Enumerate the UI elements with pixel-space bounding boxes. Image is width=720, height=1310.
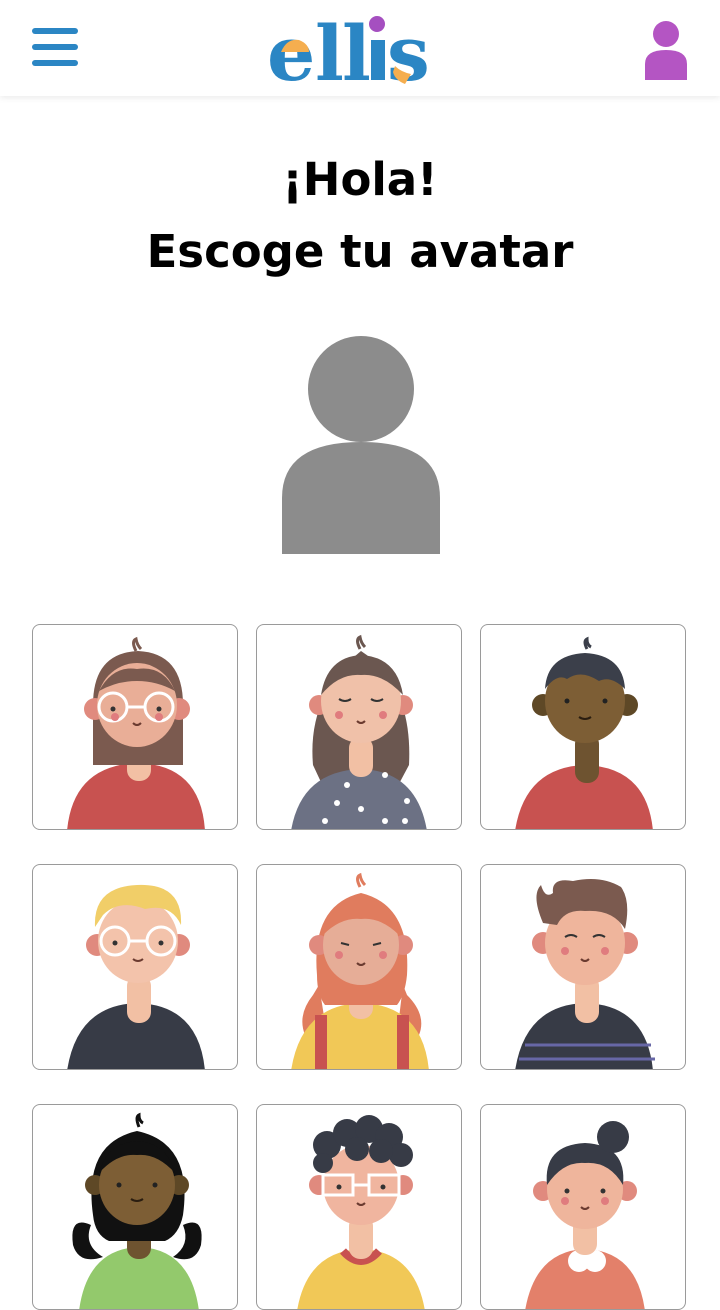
logo-letter-i [371,40,385,80]
avatar-option-4[interactable] [32,864,238,1070]
avatar-option-8[interactable] [256,1104,462,1310]
avatar-grid [32,624,688,1310]
ellis-logo[interactable]: e l l s [265,8,440,98]
menu-bar [32,44,78,50]
logo-letter-l: l [342,9,371,88]
placeholder-user-icon [282,336,440,554]
greeting-heading: ¡Hola! [282,153,438,206]
user-profile-icon[interactable] [640,20,692,84]
avatar-option-2[interactable] [256,624,462,830]
avatar-option-3[interactable] [480,624,686,830]
avatar-option-5[interactable] [256,864,462,1070]
menu-bar [32,60,78,66]
avatar-option-1[interactable] [32,624,238,830]
logo-i-dot [369,16,385,32]
avatar-option-9[interactable] [480,1104,686,1310]
logo-letter-l: l [315,9,344,88]
avatar-option-7[interactable] [32,1104,238,1310]
choose-avatar-heading: Escoge tu avatar [146,225,574,278]
menu-bar [32,28,78,34]
app-header: e l l s [0,0,720,98]
avatar-option-6[interactable] [480,864,686,1070]
hamburger-menu-icon[interactable] [32,28,78,66]
